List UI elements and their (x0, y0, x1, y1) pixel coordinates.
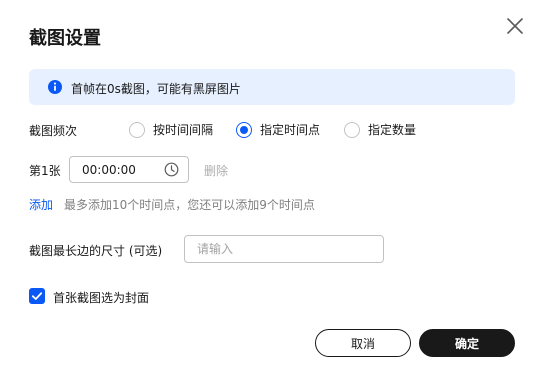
radio-label: 指定时间点 (260, 123, 321, 137)
radio-button[interactable] (344, 121, 360, 138)
info-text: 首帧在0s截图，可能有黑屏图片 (71, 82, 241, 96)
radio-button-selected[interactable] (236, 121, 252, 138)
time-point-label: 第1张 (29, 164, 61, 178)
radio-label: 按时间间隔 (153, 123, 214, 137)
screenshot-settings-dialog: 截图设置 首帧在0s截图，可能有黑屏图片 截图频次 按时间间隔 指定时间点 指定… (0, 0, 545, 386)
cancel-button[interactable]: 取消 (315, 329, 411, 357)
clock-icon[interactable] (164, 162, 179, 177)
cover-checkbox[interactable] (29, 288, 45, 304)
max-edge-input[interactable] (184, 235, 384, 263)
time-value: 00:00:00 (82, 163, 136, 177)
time-picker-input[interactable]: 00:00:00 (69, 156, 189, 183)
cover-checkbox-label: 首张截图选为封面 (53, 291, 150, 305)
radio-label: 指定数量 (368, 123, 417, 137)
radio-button[interactable] (129, 121, 145, 138)
info-icon (47, 79, 63, 95)
radio-specified-count[interactable]: 指定数量 (344, 121, 416, 138)
confirm-button[interactable]: 确定 (419, 329, 515, 357)
delete-link[interactable]: 删除 (204, 162, 228, 179)
max-edge-label: 截图最长边的尺寸 (可选) (29, 244, 163, 258)
radio-by-interval[interactable]: 按时间间隔 (129, 121, 213, 138)
info-banner: 首帧在0s截图，可能有黑屏图片 (29, 69, 515, 105)
add-hint-text: 最多添加10个时间点，您还可以添加9个时间点 (64, 198, 315, 212)
close-icon[interactable] (505, 16, 525, 36)
add-time-point-link[interactable]: 添加 (29, 196, 53, 213)
radio-specified-time[interactable]: 指定时间点 (236, 121, 320, 138)
frequency-label: 截图频次 (29, 124, 78, 138)
dialog-title: 截图设置 (29, 28, 101, 49)
